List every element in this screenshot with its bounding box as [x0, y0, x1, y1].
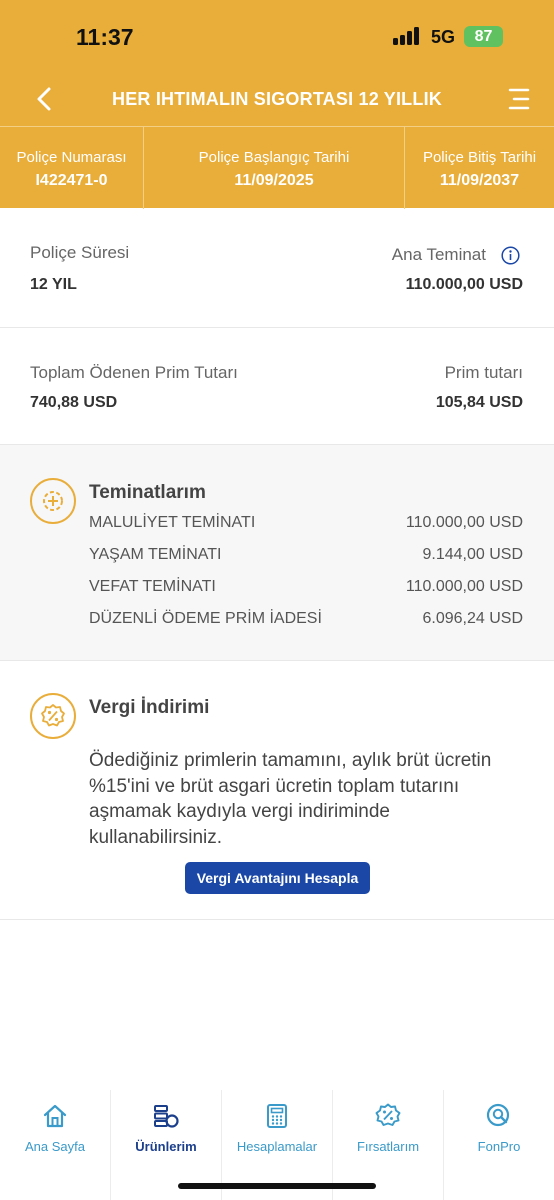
- policy-number-value: I422471-0: [35, 172, 108, 189]
- home-indicator: [178, 1183, 376, 1189]
- tab-home[interactable]: Ana Sayfa: [0, 1090, 110, 1200]
- policy-start-value: 11/09/2025: [234, 172, 314, 189]
- signal-icon: [393, 27, 423, 45]
- calculator-icon: [267, 1104, 287, 1128]
- home-icon: [43, 1104, 67, 1128]
- divider: [0, 660, 554, 661]
- discount-badge-icon: [375, 1103, 401, 1126]
- coverage-amount: 6.096,24 USD: [422, 610, 523, 627]
- tax-description: Ödediğiniz primlerin tamamını, aylık brü…: [89, 750, 492, 848]
- policy-start-label: Poliçe Başlangıç Tarihi: [198, 149, 350, 166]
- tab-fonpro[interactable]: FonPro: [444, 1090, 554, 1200]
- coverage-amount: 110.000,00 USD: [405, 578, 523, 595]
- tab-label: Ana Sayfa: [25, 1139, 85, 1154]
- premium-label: Prim tutarı: [444, 363, 523, 382]
- back-arrow-icon[interactable]: [30, 84, 60, 114]
- info-icon[interactable]: [501, 246, 520, 265]
- coverage-amount: 110.000,00 USD: [405, 514, 523, 531]
- policy-number: Poliçe Numarası I422471-0: [0, 127, 143, 209]
- coverage-plus-icon: [30, 478, 76, 524]
- tax-title: Vergi İndirimi: [89, 697, 210, 718]
- status-time: 11:37: [76, 24, 134, 50]
- page-title: HER IHTIMALIN SIGORTASI 12 YILLIK: [112, 89, 442, 109]
- coverage-name: VEFAT TEMİNATI: [89, 578, 216, 595]
- coverages-title: Teminatlarım: [89, 482, 206, 503]
- policy-end-label: Poliçe Bitiş Tarihi: [422, 149, 537, 166]
- coverage-amount: 9.144,00 USD: [422, 546, 523, 563]
- tab-label: Ürünlerim: [135, 1139, 197, 1154]
- tab-label: Hesaplamalar: [236, 1139, 318, 1154]
- battery-icon: 87: [464, 26, 503, 47]
- coverage-name: YAŞAM TEMİNATI: [89, 546, 222, 563]
- policy-info-bar: Poliçe Numarası I422471-0 Poliçe Başlang…: [0, 126, 554, 209]
- tab-label: Fırsatlarım: [356, 1139, 420, 1154]
- policy-end-value: 11/09/2037: [439, 172, 520, 189]
- duration-value: 12 YIL: [30, 276, 77, 293]
- discount-badge-icon: [30, 693, 76, 739]
- main-coverage-label: Ana Teminat: [391, 245, 486, 264]
- main-coverage-value: 110.000,00 USD: [405, 276, 523, 293]
- calculate-tax-advantage-button[interactable]: Vergi Avantajını Hesapla: [185, 862, 370, 894]
- total-paid-value: 740,88 USD: [30, 394, 118, 411]
- divider: [0, 919, 554, 920]
- menu-icon[interactable]: [506, 87, 532, 111]
- status-bar: 11:37 5G 87: [0, 0, 554, 72]
- premium-value: 105,84 USD: [435, 394, 523, 411]
- network-type: 5G: [431, 27, 456, 47]
- fund-search-icon: [486, 1103, 510, 1127]
- products-icon: [154, 1105, 179, 1128]
- policy-end: Poliçe Bitiş Tarihi 11/09/2037: [405, 127, 554, 209]
- total-paid-label: Toplam Ödenen Prim Tutarı: [30, 363, 238, 382]
- policy-number-label: Poliçe Numarası: [16, 149, 127, 166]
- coverage-name: MALULİYET TEMİNATI: [89, 514, 256, 531]
- duration-label: Poliçe Süresi: [30, 243, 130, 262]
- policy-start: Poliçe Başlangıç Tarihi 11/09/2025: [144, 127, 404, 209]
- coverage-name: DÜZENLİ ÖDEME PRİM İADESİ: [89, 610, 322, 627]
- tab-label: FonPro: [477, 1139, 521, 1154]
- app-bar: HER IHTIMALIN SIGORTASI 12 YILLIK: [0, 72, 554, 126]
- divider: [0, 327, 554, 328]
